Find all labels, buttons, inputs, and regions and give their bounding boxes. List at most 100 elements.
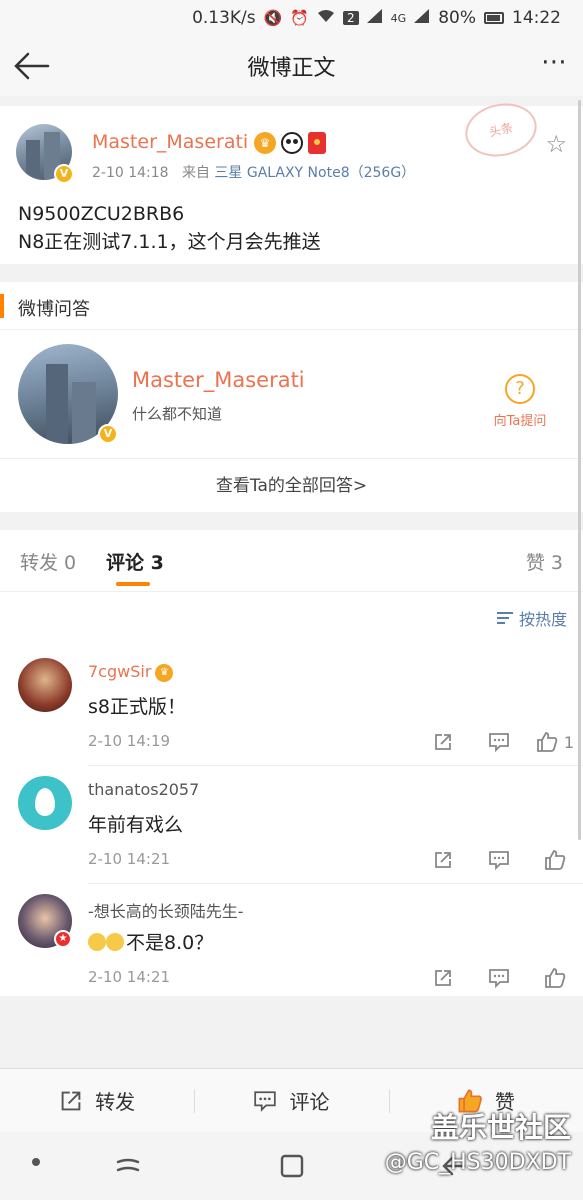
source-prefix: 来自 xyxy=(181,165,210,181)
comment-time: 2-10 14:21 xyxy=(88,850,171,868)
network-speed: 0.13K/s xyxy=(192,8,256,28)
scrollbar[interactable] xyxy=(578,100,581,840)
alarm-icon: ⏰ xyxy=(290,9,310,27)
wifi-icon xyxy=(317,9,335,27)
commenter-name[interactable]: 7cgwSir ♛ xyxy=(88,662,174,682)
commenter-name[interactable]: thanatos2057 xyxy=(88,780,199,799)
tab-repost[interactable]: 转发 0 xyxy=(20,548,76,575)
qa-header: 微博问答 xyxy=(0,282,583,330)
dot-indicator-icon xyxy=(32,1158,40,1166)
crown-icon[interactable]: ♛ xyxy=(254,132,276,154)
verified-badge-icon: V xyxy=(54,164,74,184)
reply-icon[interactable] xyxy=(471,728,527,756)
watermark-handle: @GC_HS30DXDT xyxy=(384,1150,571,1175)
repost-label: 转发 xyxy=(95,1090,136,1114)
post-content: N9500ZCU2BRB6 N8正在测试7.1.1，这个月会先推送 xyxy=(18,200,321,256)
sort-icon xyxy=(496,610,515,626)
red-packet-icon[interactable] xyxy=(308,132,326,154)
comment-text: 年前有戏么 xyxy=(88,814,184,836)
comment-time: 2-10 14:21 xyxy=(88,968,171,986)
battery-percent: 80% xyxy=(438,8,476,28)
ask-question-button[interactable]: ? 向Ta提问 xyxy=(486,374,554,429)
tab-like[interactable]: 赞 3 xyxy=(526,548,563,575)
comment-item: 7cgwSir ♛ s8正式版！ 2-10 14:19 1 xyxy=(0,648,583,766)
post-meta: 2-10 14:18 来自 三星 GALAXY Note8（256G） xyxy=(92,162,415,182)
watermark-title: 盖乐世社区 xyxy=(430,1111,571,1144)
post-line-1: N9500ZCU2BRB6 xyxy=(18,203,185,225)
ask-question-label: 向Ta提问 xyxy=(493,414,547,429)
comment-icon xyxy=(254,1090,277,1112)
qa-card: 微博问答 V Master_Maserati 什么都不知道 ? 向Ta提问 查看… xyxy=(0,282,583,512)
home-icon[interactable] xyxy=(278,1152,306,1184)
member-badge-icon: ★ xyxy=(54,930,72,948)
notification-count: 2 xyxy=(343,11,359,25)
back-button[interactable] xyxy=(12,48,52,84)
user-badges: ♛ xyxy=(254,132,326,154)
sort-by-hot-button[interactable]: 按热度 xyxy=(496,606,567,630)
thumbs-up-icon xyxy=(537,732,558,752)
qa-title: 微博问答 xyxy=(18,299,90,320)
more-options-button[interactable]: ⋯ xyxy=(541,49,569,75)
comment-label: 评论 xyxy=(289,1090,330,1114)
network-type: 4G xyxy=(390,11,407,25)
share-icon[interactable] xyxy=(415,964,471,992)
share-icon[interactable] xyxy=(415,846,471,874)
active-tab-indicator xyxy=(116,582,150,586)
author-name[interactable]: Master_Maserati xyxy=(92,131,248,153)
like-button[interactable] xyxy=(527,964,583,992)
like-button[interactable] xyxy=(527,846,583,874)
commenter-name[interactable]: -想长高的长颈陆先生- xyxy=(88,898,244,922)
interaction-tabs: 转发 0 评论 3 赞 3 xyxy=(0,530,583,592)
comments-card: 转发 0 评论 3 赞 3 按热度 7cgwSir ♛ s8正式版！ 2-10 1… xyxy=(0,530,583,996)
mute-icon: 🔇 xyxy=(263,9,283,27)
clock: 14:22 xyxy=(512,8,561,28)
qa-user-name[interactable]: Master_Maserati xyxy=(132,368,305,392)
tab-comment[interactable]: 评论 3 xyxy=(106,548,164,575)
reply-icon[interactable] xyxy=(471,846,527,874)
post-line-2: N8正在测试7.1.1，这个月会先推送 xyxy=(18,231,321,253)
comment-button[interactable]: 评论 xyxy=(194,1069,388,1132)
qa-accent-bar xyxy=(0,294,4,318)
commenter-avatar[interactable] xyxy=(18,776,72,830)
page-title: 微博正文 xyxy=(247,56,336,81)
question-icon: ? xyxy=(505,374,535,404)
thumbs-up-icon xyxy=(545,968,566,988)
comment-actions xyxy=(415,846,583,874)
grin-emoji-icon xyxy=(106,933,124,951)
comment-time: 2-10 14:19 xyxy=(88,732,171,750)
repost-button[interactable]: 转发 xyxy=(0,1069,194,1132)
qa-user-desc: 什么都不知道 xyxy=(132,405,223,423)
signal-icon-2 xyxy=(414,9,430,27)
favorite-star-icon[interactable]: ☆ xyxy=(545,130,567,158)
comment-actions xyxy=(415,964,583,992)
post-card: V Master_Maserati ♛ 头条 ☆ 2-10 14:18 来自 三… xyxy=(0,97,583,264)
grin-emoji-icon xyxy=(88,933,106,951)
reply-icon[interactable] xyxy=(471,964,527,992)
recent-apps-icon[interactable] xyxy=(114,1152,142,1184)
crown-icon: ♛ xyxy=(155,663,174,682)
post-time: 2-10 14:18 xyxy=(92,165,169,181)
share-icon[interactable] xyxy=(415,728,471,756)
title-bar: 微博正文 ⋯ xyxy=(0,36,583,96)
battery-icon xyxy=(484,12,504,24)
comment-item: thanatos2057 年前有戏么 2-10 14:21 xyxy=(0,766,583,884)
comment-actions: 1 xyxy=(415,728,583,756)
signal-icon xyxy=(366,9,383,27)
thumbs-up-icon xyxy=(545,850,566,870)
comment-item: ★ -想长高的长颈陆先生- 不是8.0？ 2-10 14:21 xyxy=(0,884,583,1002)
panda-icon[interactable] xyxy=(281,132,303,154)
comment-text: s8正式版！ xyxy=(88,696,186,718)
like-count: 1 xyxy=(563,732,575,752)
commenter-avatar[interactable] xyxy=(18,658,72,712)
like-button[interactable]: 1 xyxy=(527,728,583,756)
back-arrow-icon xyxy=(14,52,50,80)
sort-label: 按热度 xyxy=(518,610,567,629)
share-icon xyxy=(61,1091,81,1110)
view-all-answers-link[interactable]: 查看Ta的全部回答> xyxy=(0,458,583,512)
status-bar: 0.13K/s 🔇 ⏰ 2 4G 80% 14:22 xyxy=(0,0,583,36)
source-device[interactable]: 三星 GALAXY Note8（256G） xyxy=(214,165,415,181)
qa-verified-badge-icon: V xyxy=(98,424,118,444)
headline-stamp: 头条 xyxy=(460,97,542,163)
comment-text: 不是8.0？ xyxy=(88,928,213,955)
watermark: 盖乐世社区 @GC_HS30DXDT xyxy=(385,1106,571,1175)
